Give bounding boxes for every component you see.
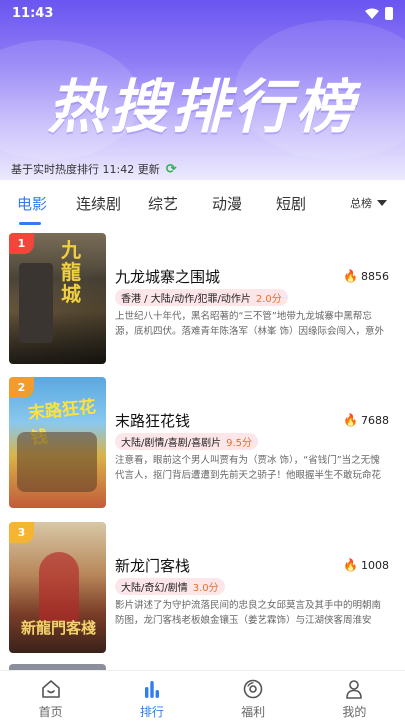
nav-home[interactable]: 首页 — [0, 671, 101, 721]
rank-badge: 3 — [9, 522, 34, 543]
status-icons — [365, 6, 393, 20]
banner-title: 热搜排行榜 — [47, 73, 358, 141]
fire-icon: 🔥 — [343, 269, 358, 283]
poster-art-text: 九龍城 — [61, 238, 81, 306]
movie-poster[interactable]: 九龍城 1 — [9, 233, 106, 364]
nav-home-label: 首页 — [38, 705, 63, 719]
poster-figure — [39, 552, 79, 622]
user-icon — [346, 680, 363, 699]
rating-score: 3.0分 — [192, 583, 219, 594]
fire-icon: 🔥 — [343, 413, 358, 427]
movie-title[interactable]: 末路狂花钱 — [115, 410, 190, 431]
tab-short-drama[interactable]: 短剧 — [276, 193, 306, 214]
rating-score: 9.5分 — [226, 438, 253, 449]
list-item[interactable]: 新龍門客棧 3 新龙门客栈 🔥 1008 大陆/奇幻/剧情 3.0分 影片讲述了… — [0, 515, 405, 653]
home-icon — [41, 680, 60, 698]
genre-tag: 大陆/剧情/喜剧/喜剧片 9.5分 — [115, 433, 259, 450]
status-time: 11:43 — [12, 5, 54, 21]
heat-value: 1008 — [361, 558, 389, 572]
status-bar: 11:43 — [0, 0, 405, 26]
movie-description: 影片讲述了为守护流落民间的忠良之女邱莫言及其手中的明朝南防图，龙门客栈老板娘金镶… — [115, 600, 382, 626]
update-info: 基于实时热度排行 11:42 更新 ⟳ — [0, 158, 405, 180]
genre-tag: 香港 / 大陆/动作/犯罪/动作片 2.0分 — [115, 289, 288, 306]
heat-score: 🔥 7688 — [343, 413, 389, 427]
category-tabs: 电影 连续剧 综艺 动漫 短剧 — [0, 180, 405, 226]
nav-ranking-label: 排行 — [139, 705, 164, 719]
movie-poster[interactable]: 新龍門客棧 3 — [9, 522, 106, 653]
heat-score: 🔥 1008 — [343, 558, 389, 572]
ranking-bars-icon — [144, 681, 159, 698]
nav-welfare[interactable]: 福利 — [203, 671, 304, 721]
nav-profile-label: 我的 — [342, 705, 367, 719]
movie-poster[interactable]: 末路狂花钱 2 — [9, 377, 106, 508]
sort-label: 总榜 — [350, 197, 372, 210]
wifi-icon — [365, 8, 379, 19]
fire-icon: 🔥 — [343, 558, 358, 572]
heat-value: 7688 — [361, 413, 389, 427]
list-item[interactable]: 九龍城 1 九龙城寨之围城 🔥 8856 香港 / 大陆/动作/犯罪/动作片 2… — [0, 226, 405, 364]
genre-text: 大陆/剧情/喜剧/喜剧片 — [121, 438, 222, 449]
rank-badge: 1 — [9, 233, 34, 254]
poster-figure — [17, 432, 97, 492]
update-text: 基于实时热度排行 11:42 更新 — [11, 163, 160, 176]
list-item[interactable]: 末路狂花钱 2 末路狂花钱 🔥 7688 大陆/剧情/喜剧/喜剧片 9.5分 注… — [0, 370, 405, 508]
rank-badge: 2 — [9, 377, 34, 398]
movie-description: 注意看，眼前这个男人叫贾有为（贾冰 饰），“省钱门”当之无愧代言人，抠门背后遭遭… — [115, 455, 382, 481]
tab-anime[interactable]: 动漫 — [212, 193, 242, 214]
movie-description: 上世纪八十年代，黑名昭著的“三不管”地带九龙城寨中黑帮忘源，底机四伏。落难青年陈… — [115, 311, 385, 337]
active-tab-indicator — [19, 222, 41, 225]
heat-score: 🔥 8856 — [343, 269, 389, 283]
genre-text: 香港 / 大陆/动作/犯罪/动作片 — [121, 294, 251, 305]
movie-title[interactable]: 九龙城寨之围城 — [115, 266, 220, 287]
nav-welfare-label: 福利 — [241, 705, 266, 719]
nav-profile[interactable]: 我的 — [304, 671, 405, 721]
genre-text: 大陆/奇幻/剧情 — [121, 583, 188, 594]
refresh-icon[interactable]: ⟳ — [166, 162, 177, 177]
genre-tag: 大陆/奇幻/剧情 3.0分 — [115, 578, 225, 595]
movie-title[interactable]: 新龙门客栈 — [115, 555, 190, 576]
poster-figure — [19, 263, 53, 343]
battery-icon — [385, 6, 393, 20]
poster-art-text: 新龍門客棧 — [21, 619, 97, 637]
header-banner: 11:43 热搜排行榜 — [0, 0, 405, 180]
tab-movie[interactable]: 电影 — [17, 193, 47, 214]
tab-series[interactable]: 连续剧 — [76, 193, 121, 214]
sort-dropdown[interactable]: 总榜 — [350, 195, 387, 211]
rating-score: 2.0分 — [255, 294, 282, 305]
tab-variety[interactable]: 综艺 — [148, 193, 178, 214]
disc-icon — [243, 679, 263, 699]
nav-ranking[interactable]: 排行 — [101, 671, 202, 721]
chevron-down-icon — [377, 200, 387, 206]
heat-value: 8856 — [361, 269, 389, 283]
bottom-navigation: 首页 排行 福利 我的 — [0, 670, 405, 721]
